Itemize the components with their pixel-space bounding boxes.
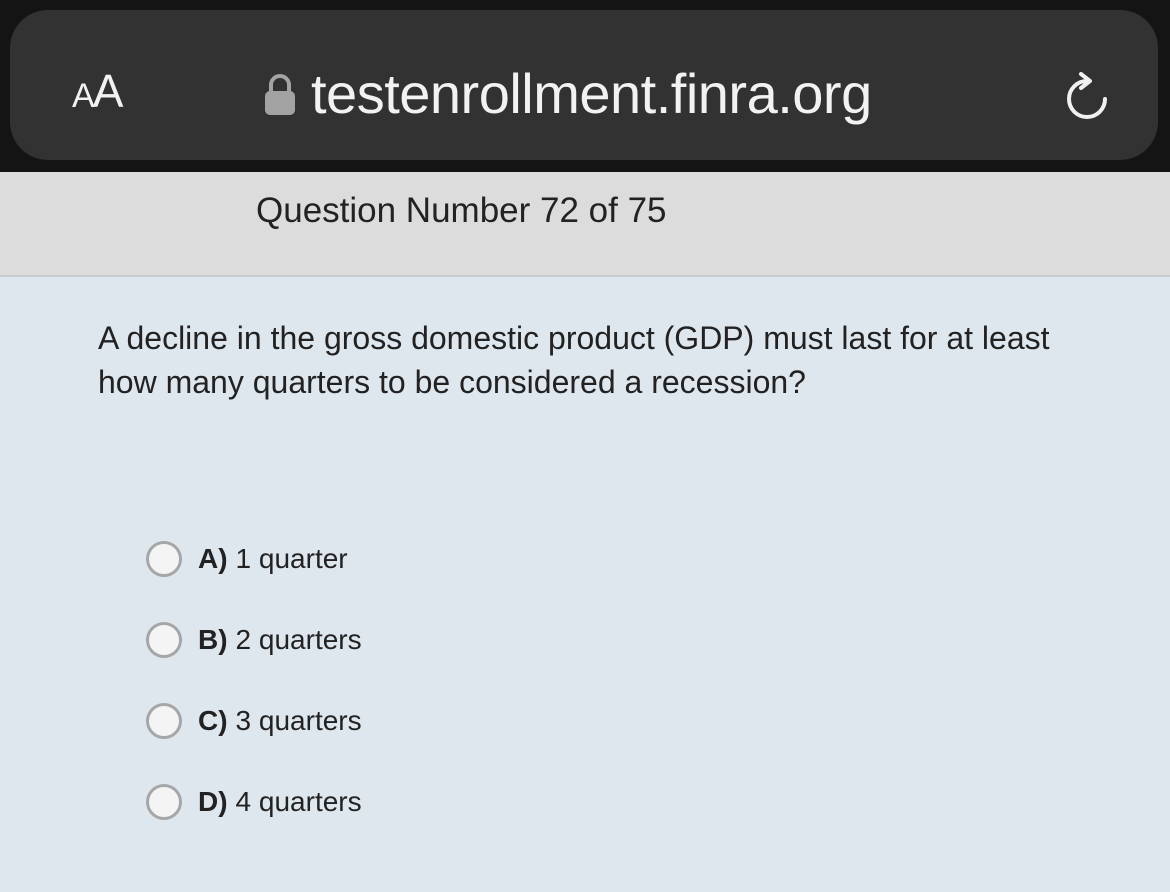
lock-icon [263,72,297,116]
option-b-text: 2 quarters [235,624,362,655]
address-bar[interactable]: AA testenrollment.finra.org [10,10,1158,160]
option-c-text: 3 quarters [235,705,362,736]
option-a[interactable]: A) 1 quarter [146,538,362,580]
option-d-text: 4 quarters [235,786,362,817]
text-size-button[interactable]: AA [72,65,124,121]
question-text: A decline in the gross domestic product … [98,320,1050,400]
answer-options: A) 1 quarter B) 2 quarters C) 3 quarters… [146,538,362,862]
radio-button-c[interactable] [146,703,182,739]
option-a-text: 1 quarter [235,543,348,574]
option-c[interactable]: C) 3 quarters [146,700,362,742]
radio-button-b[interactable] [146,622,182,658]
radio-button-a[interactable] [146,541,182,577]
option-b[interactable]: B) 2 quarters [146,619,362,661]
url-field[interactable]: testenrollment.finra.org [263,64,872,124]
question-header: Question Number 72 of 75 [0,172,1170,277]
text-size-small-a: A [72,77,95,115]
option-b-letter: B) [198,624,228,655]
radio-button-d[interactable] [146,784,182,820]
option-a-letter: A) [198,543,228,574]
option-d[interactable]: D) 4 quarters [146,781,362,823]
url-text: testenrollment.finra.org [311,62,872,125]
text-size-large-a: A [92,65,124,117]
question-number: Question Number 72 of 75 [256,191,667,230]
browser-chrome: AA testenrollment.finra.org [0,0,1170,172]
option-c-letter: C) [198,705,228,736]
option-d-letter: D) [198,786,228,817]
reload-icon[interactable] [1062,72,1116,126]
